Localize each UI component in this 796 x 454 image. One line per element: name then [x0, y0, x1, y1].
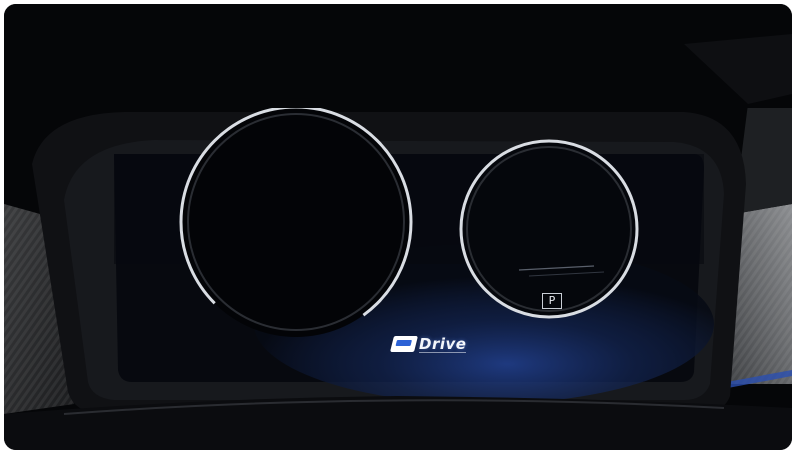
dashboard-scene	[4, 4, 792, 450]
e-badge-icon	[390, 336, 418, 352]
edrive-logo: Drive	[390, 334, 484, 354]
edrive-text: Drive	[419, 334, 467, 353]
right-gauge-ring	[459, 139, 639, 319]
photo-frame: P Drive	[4, 4, 792, 450]
gear-indicator: P	[542, 293, 562, 309]
